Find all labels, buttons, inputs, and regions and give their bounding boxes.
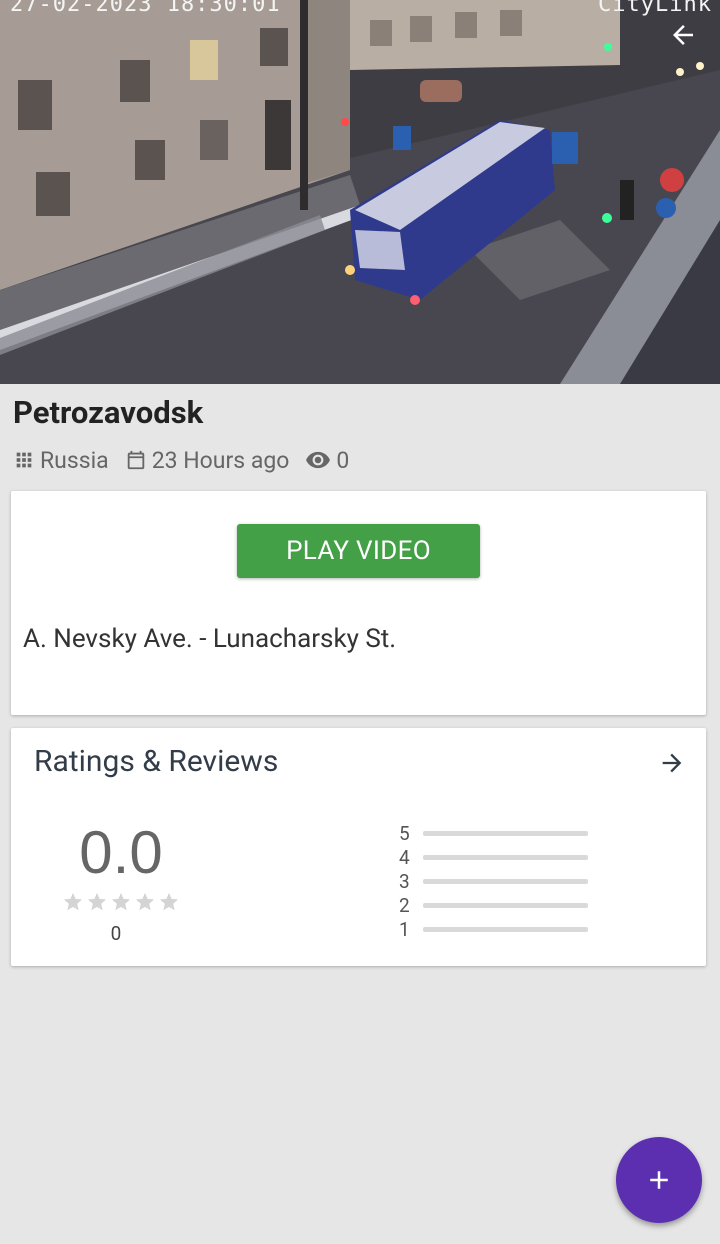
play-video-button[interactable]: PLAY VIDEO (237, 524, 480, 578)
star-icon (111, 892, 131, 911)
star-icon (87, 892, 107, 911)
camera-snapshot: 27-02-2023 18:30:01 CityLink (0, 0, 720, 384)
eye-icon (306, 451, 331, 469)
calendar-icon (127, 450, 144, 470)
updated-label: 23 Hours ago (151, 446, 290, 474)
rating-count: 0 (110, 922, 122, 945)
camera-address: A. Nevsky Ave. - Lunacharsky St. (23, 624, 397, 654)
updated-meta: 23 Hours ago (125, 446, 290, 474)
plus-icon (650, 1171, 668, 1189)
rating-score: 0.0 (79, 819, 163, 886)
rating-bar-3: 3 (399, 869, 588, 893)
rating-bar-2: 2 (399, 893, 588, 917)
rating-bar-label: 1 (399, 917, 410, 941)
views-count: 0 (336, 446, 350, 474)
rating-bar-4: 4 (399, 845, 588, 869)
rating-bar-track (423, 926, 588, 932)
camera-meta: Russia 23 Hours ago 0 (13, 444, 365, 476)
rating-bar-label: 2 (399, 893, 410, 917)
rating-bar-track (423, 830, 588, 836)
rating-bar-label: 4 (399, 845, 410, 869)
street-scene-image (0, 0, 720, 384)
ratings-card: Ratings & Reviews 0.0 0 5 4 3 2 1 (11, 728, 706, 966)
star-icon (63, 892, 83, 911)
details-card: PLAY VIDEO A. Nevsky Ave. - Lunacharsky … (11, 491, 706, 715)
rating-bar-5: 5 (399, 821, 588, 845)
rating-bar-track (423, 902, 588, 908)
star-icon (135, 892, 155, 911)
rating-stars (62, 891, 182, 913)
grid-icon (16, 452, 32, 468)
views-meta: 0 (305, 447, 349, 474)
add-review-button[interactable] (616, 1137, 702, 1223)
star-icon (159, 892, 179, 911)
country-label: Russia (40, 446, 109, 474)
rating-bar-track (423, 854, 588, 860)
country-meta: Russia (13, 447, 109, 474)
rating-bar-track (423, 878, 588, 884)
rating-bar-label: 3 (399, 869, 410, 893)
camera-brand-overlay: CityLink (598, 0, 712, 17)
rating-bar-label: 5 (399, 821, 410, 845)
camera-title: Petrozavodsk (13, 394, 204, 431)
arrow-forward-icon[interactable] (658, 749, 686, 777)
arrow-back-icon[interactable] (668, 20, 698, 50)
rating-bar-1: 1 (399, 917, 588, 941)
ratings-title: Ratings & Reviews (34, 744, 279, 779)
camera-timestamp: 27-02-2023 18:30:01 (10, 0, 281, 17)
